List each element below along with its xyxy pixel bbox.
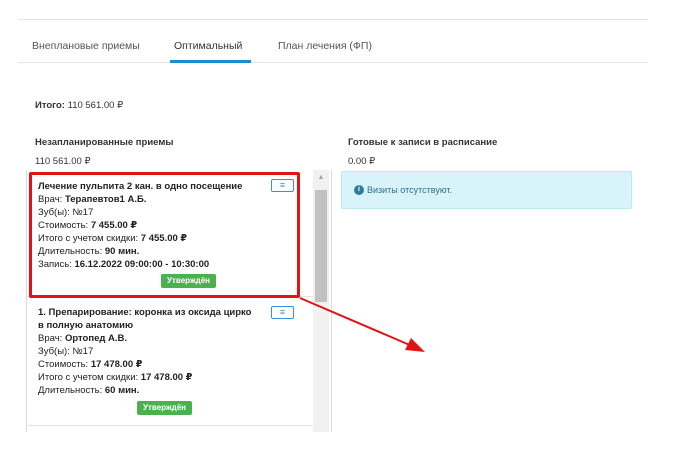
annotation-arrow	[299, 297, 425, 352]
arrow-head	[405, 338, 425, 352]
arrow-line	[299, 297, 413, 347]
